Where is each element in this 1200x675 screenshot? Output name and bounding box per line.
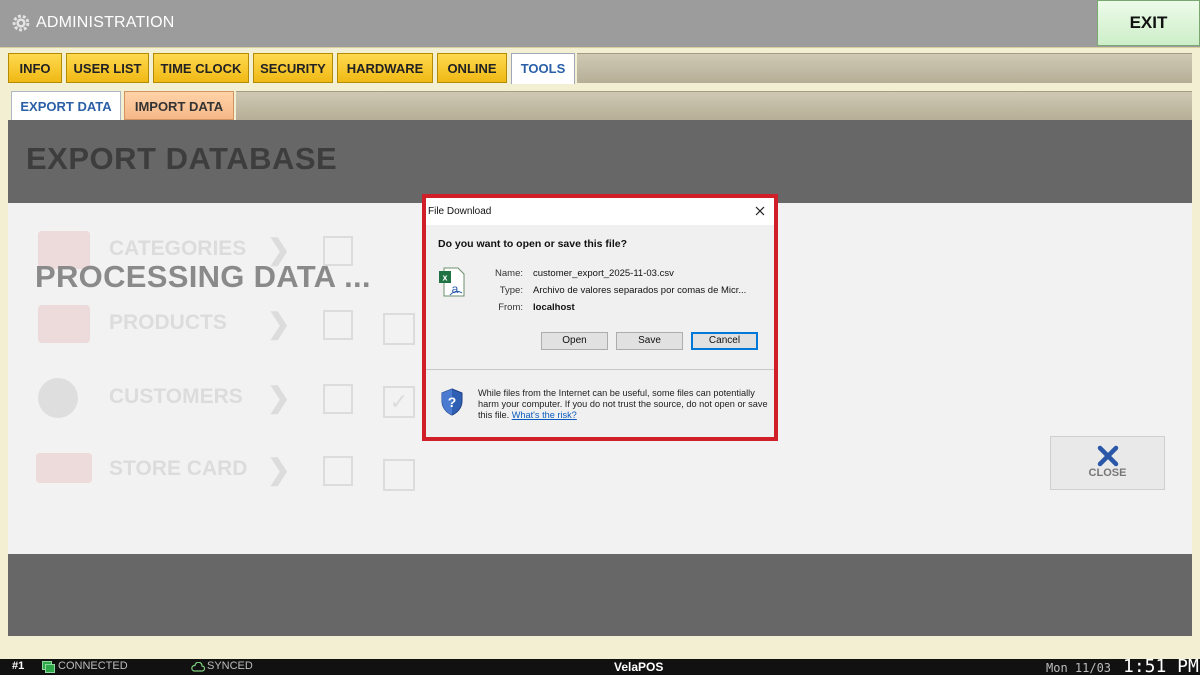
tab-user-list[interactable]: USER LIST — [66, 53, 149, 83]
status-date: Mon 11/03 — [1046, 661, 1112, 675]
close-button[interactable]: CLOSE — [1050, 436, 1165, 490]
checkbox-checked: ✓ — [383, 386, 415, 418]
name-key: Name: — [495, 268, 523, 279]
table-icon — [323, 456, 353, 486]
tab-online[interactable]: ONLINE — [437, 53, 507, 83]
open-button[interactable]: Open — [541, 332, 608, 350]
row-label-store-card: STORE CARD — [109, 457, 248, 480]
close-button-label: CLOSE — [1088, 467, 1127, 479]
table-icon — [323, 384, 353, 414]
tab-hardware[interactable]: HARDWARE — [337, 53, 433, 83]
content-footer — [8, 554, 1192, 636]
file-download-dialog: File Download Do you want to open or sav… — [426, 198, 774, 437]
subtab-strip-background — [236, 91, 1192, 120]
whats-the-risk-link[interactable]: What's the risk? — [512, 410, 577, 420]
admin-window: ADMINISTRATION EXIT INFO USER LIST TIME … — [0, 0, 1200, 675]
checkbox — [383, 459, 415, 491]
terminal-number: #1 — [12, 660, 25, 672]
file-name: customer_export_2025-11-03.csv — [533, 268, 674, 279]
table-icon — [323, 310, 353, 340]
page-title: EXPORT DATABASE — [26, 141, 338, 176]
chevron-right-icon: ❯ — [267, 454, 291, 485]
save-button[interactable]: Save — [616, 332, 683, 350]
checkbox — [383, 313, 415, 345]
tab-security[interactable]: SECURITY — [253, 53, 333, 83]
window-title: ADMINISTRATION — [36, 14, 175, 31]
row-label-customers: CUSTOMERS — [109, 385, 243, 408]
file-type: Archivo de valores separados por comas d… — [533, 285, 747, 296]
cloud-icon — [191, 662, 205, 672]
svg-text:?: ? — [448, 394, 457, 410]
chevron-right-icon: ❯ — [267, 308, 291, 339]
status-bar: #1 CONNECTED SYNCED VelaPOS Mon 11/03 1:… — [0, 656, 1200, 675]
sync-status: SYNCED — [207, 660, 253, 672]
dialog-divider — [426, 369, 774, 370]
tab-export-data[interactable]: EXPORT DATA — [11, 91, 121, 120]
top-bar: ADMINISTRATION EXIT — [0, 0, 1200, 47]
tab-time-clock[interactable]: TIME CLOCK — [153, 53, 249, 83]
close-icon[interactable] — [752, 203, 768, 219]
row-label-categories: CATEGORIES — [109, 237, 247, 260]
content-header: EXPORT DATABASE — [8, 120, 1192, 203]
tab-import-data[interactable]: IMPORT DATA — [124, 91, 234, 120]
status-time: 1:51 PM — [1123, 656, 1199, 675]
row-label-products: PRODUCTS — [109, 311, 227, 334]
type-key: Type: — [499, 285, 523, 296]
tab-info[interactable]: INFO — [8, 53, 62, 83]
store-card-icon — [36, 453, 92, 483]
connected-icon — [42, 661, 55, 673]
dialog-question: Do you want to open or save this file? — [438, 238, 628, 250]
chevron-right-icon: ❯ — [267, 382, 291, 413]
customers-icon — [38, 378, 78, 418]
file-source: localhost — [533, 302, 575, 313]
security-warning: While files from the Internet can be use… — [478, 388, 768, 421]
shield-icon: ? — [441, 388, 463, 416]
brand-label: VelaPOS — [614, 660, 664, 674]
dialog-titlebar[interactable]: File Download — [426, 198, 774, 225]
products-icon — [38, 305, 90, 343]
close-icon — [1097, 445, 1118, 467]
cancel-button[interactable]: Cancel — [691, 332, 758, 350]
svg-text:x: x — [442, 273, 447, 283]
from-key: From: — [498, 302, 523, 313]
gear-icon — [12, 14, 30, 32]
tab-strip-background — [577, 53, 1192, 83]
connection-status: CONNECTED — [58, 660, 128, 672]
svg-text:a: a — [452, 282, 459, 296]
exit-button[interactable]: EXIT — [1097, 0, 1200, 46]
dialog-title: File Download — [428, 206, 492, 217]
processing-message: PROCESSING DATA ... — [35, 259, 371, 294]
tab-tools[interactable]: TOOLS — [511, 53, 575, 84]
csv-file-icon: x a — [439, 267, 465, 297]
